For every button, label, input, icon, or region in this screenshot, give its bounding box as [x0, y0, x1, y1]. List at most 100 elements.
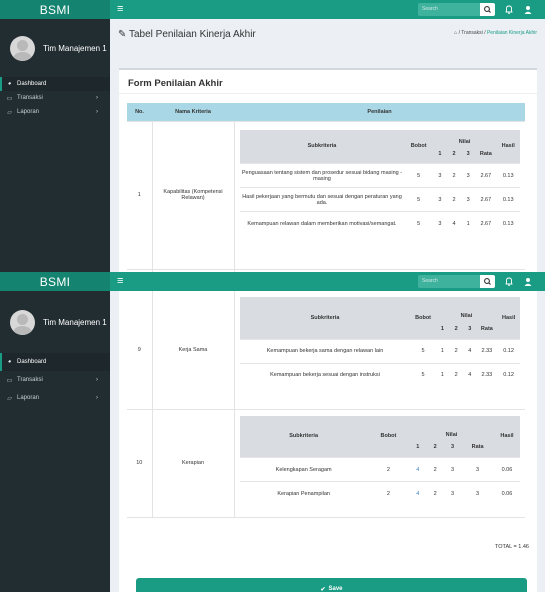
score-cell: 2: [446, 163, 462, 188]
user-name: Tim Manajemen 1: [43, 43, 107, 53]
search-input[interactable]: Search: [418, 275, 480, 288]
row-no: 10: [127, 408, 152, 517]
breadcrumb-parent[interactable]: Transaksi: [461, 30, 483, 36]
breadcrumb-sep: /: [458, 30, 460, 36]
row-criteria: Kerja Sama: [151, 291, 234, 409]
score-cell: 2: [449, 362, 463, 387]
avg-cell: 3: [461, 481, 494, 506]
form-title: Form Penilaian Akhir: [119, 70, 537, 94]
sidebar-item-laporan[interactable]: ▱ Laporan ›: [0, 389, 110, 407]
col-n3: 3: [461, 144, 476, 164]
avg-cell: 2.67: [475, 211, 497, 236]
col-avg: Rata: [461, 437, 494, 458]
sidebar-item-label: Laporan: [17, 109, 40, 115]
score-cell: 1: [435, 362, 450, 387]
user-icon[interactable]: [523, 275, 533, 288]
dashboard-icon: ◕: [7, 359, 12, 365]
col-weight: Bobot: [404, 129, 433, 164]
score-cell: 3: [432, 211, 447, 236]
subcriteria-table: Subkriteria Bobot Nilai Hasil 1 2 3 Rata: [239, 415, 520, 506]
col-weight: Bobot: [410, 297, 436, 339]
score-cell: 3: [432, 187, 447, 212]
form-box: 9 Kerja Sama Subkriteria Bobot Nilai Has…: [119, 291, 537, 592]
monitor-icon: ▭: [6, 377, 13, 384]
score-cell: 4: [446, 211, 462, 236]
score-cell: 3: [432, 163, 447, 188]
col-result: Hasil: [497, 297, 520, 339]
col-assessment: Penilaian: [234, 103, 525, 121]
row-no: 1: [127, 120, 152, 269]
sidebar-item-transaksi[interactable]: ▭ Transaksi ›: [0, 91, 110, 105]
brand-logo[interactable]: BSMI: [0, 0, 110, 19]
subcriteria-table: Subkriteria Bobot Nilai Hasil 1 2 3 Rata: [239, 297, 520, 387]
subcriteria-table: Subkriteria Bobot Nilai Hasil 1 2 3 Rata: [239, 129, 520, 236]
navbar-right: ≡ Search: [110, 0, 545, 19]
navbar-right: ≡ Search: [110, 272, 545, 291]
result-cell: 0.13: [496, 187, 520, 212]
avg-cell: 2.33: [476, 338, 498, 363]
table-row: 1 Kapabilitas (Kompetensi Relawan) Subkr…: [127, 120, 525, 269]
col-subcriteria: Subkriteria: [239, 297, 411, 339]
hamburger-icon[interactable]: ≡: [117, 2, 123, 16]
chevron-right-icon: ›: [96, 109, 98, 115]
row-subtable-cell: Subkriteria Bobot Nilai Hasil 1 2 3 Rata: [233, 120, 525, 269]
weight-cell: 2: [367, 457, 410, 482]
result-cell: 0.13: [496, 163, 520, 188]
score-cell: 4: [462, 338, 477, 363]
chevron-right-icon: ›: [96, 95, 98, 101]
col-n1: 1: [432, 144, 447, 164]
score-cell: 2: [446, 187, 462, 212]
breadcrumb-current: Penilaian Kinerja Akhir: [486, 30, 537, 36]
sidebar-item-laporan[interactable]: ▱ Laporan ›: [0, 105, 110, 119]
bell-icon[interactable]: [503, 275, 515, 288]
total-score: TOTAL = 1.46: [495, 544, 529, 550]
search-icon: [484, 278, 491, 285]
col-subcriteria: Subkriteria: [239, 415, 368, 458]
save-button[interactable]: ✔ Save: [136, 578, 527, 592]
search-button[interactable]: [480, 275, 495, 288]
score-cell: 4: [409, 457, 427, 482]
sidebar-item-transaksi[interactable]: ▭ Transaksi ›: [0, 371, 110, 389]
weight-cell: 5: [410, 338, 436, 363]
form-box: Form Penilaian Akhir No. Nama Kriteria P…: [119, 68, 537, 272]
sidebar-item-dashboard[interactable]: ◕ Dashboard: [0, 77, 110, 91]
col-score: Nilai: [409, 415, 494, 438]
subcriteria-row: Penguasaan tentang sistem dan prosedur s…: [239, 163, 520, 188]
page-title: ✎ Tabel Penilaian Kinerja Akhir: [118, 29, 256, 40]
sidebar-item-dashboard[interactable]: ◕ Dashboard: [0, 353, 110, 371]
screenshot-bottom: BSMI ≡ Search Tim Manajemen 1 ◕ Dashboard…: [0, 272, 545, 592]
score-cell: 2: [426, 457, 444, 482]
col-result: Hasil: [496, 129, 520, 164]
subcriteria-name: Kemampuan bekerja sama dengan relawan la…: [239, 338, 411, 363]
save-button-label: Save: [328, 586, 343, 592]
sidebar-item-label: Transaksi: [17, 377, 43, 383]
col-result: Hasil: [493, 415, 520, 458]
chevron-right-icon: ›: [96, 377, 98, 383]
score-cell: 3: [443, 481, 462, 506]
search-input[interactable]: Search: [418, 3, 480, 16]
avatar: [10, 309, 35, 335]
home-icon[interactable]: ⌂: [454, 30, 457, 36]
user-icon[interactable]: [523, 3, 533, 16]
score-cell: 4: [462, 362, 477, 387]
sidebar-item-label: Dashboard: [17, 359, 47, 365]
subcriteria-name: Kemampuan relawan dalam memberikan motiv…: [239, 211, 405, 236]
subcriteria-name: Kelengkapan Seragam: [239, 457, 368, 482]
user-panel: Tim Manajemen 1: [0, 291, 110, 353]
score-cell: 1: [435, 338, 450, 363]
dashboard-icon: ◕: [7, 81, 12, 87]
brand-logo[interactable]: BSMI: [0, 272, 110, 291]
hamburger-icon[interactable]: ≡: [117, 274, 123, 288]
subcriteria-row: Kemampuan relawan dalam memberikan motiv…: [239, 211, 520, 236]
table-row: 10 Kerapian Subkriteria Bobot Nilai Hasi…: [127, 408, 525, 517]
main-content: 9 Kerja Sama Subkriteria Bobot Nilai Has…: [110, 291, 545, 592]
result-cell: 0.06: [493, 481, 520, 506]
col-weight: Bobot: [367, 415, 410, 458]
subcriteria-name: Penguasaan tentang sistem dan prosedur s…: [239, 163, 405, 188]
col-avg: Rata: [475, 144, 497, 164]
bell-icon[interactable]: [503, 3, 515, 16]
search-button[interactable]: [480, 3, 495, 16]
score-cell: 2: [426, 481, 444, 506]
search-icon: [484, 6, 491, 13]
col-score: Nilai: [435, 297, 498, 319]
